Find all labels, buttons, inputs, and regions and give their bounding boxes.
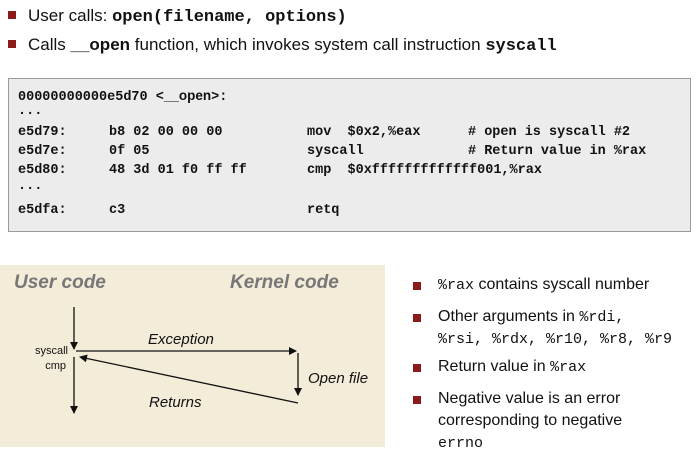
- open-function-name: __open: [70, 35, 131, 54]
- registers-code: %rsi, %rdx, %r10, %r8, %r9: [438, 331, 673, 348]
- errno-code: errno: [438, 435, 484, 452]
- calls-description: function, which invokes system call inst…: [130, 35, 486, 54]
- row-bytes: c3: [109, 203, 126, 218]
- open-file-label: Open file: [308, 370, 369, 387]
- syscall-diagram: User code Kernel code Exception Returns …: [0, 265, 385, 447]
- row-bytes: b8 02 00 00 00: [109, 125, 223, 140]
- return-rax-code: %rax: [550, 359, 587, 376]
- bullet-calls-open: Calls __open function, which invokes sys…: [8, 35, 557, 57]
- row-bytes: 0f 05: [109, 144, 150, 159]
- other-args-text: Other arguments in: [438, 308, 580, 325]
- row-bytes: 48 3d 01 f0 ff ff: [109, 163, 247, 178]
- bullet-icon: [413, 396, 421, 404]
- negative-value-text: Negative value is an error: [438, 390, 621, 407]
- row-instr: syscall: [307, 144, 364, 159]
- syscall-code: syscall: [485, 37, 557, 56]
- row-comment: # open is syscall #2: [468, 125, 631, 140]
- syscall-label: syscall: [34, 345, 68, 357]
- return-value-text: Return value in: [438, 358, 551, 375]
- row-comment: # Return value in %rax: [468, 144, 647, 159]
- bullet-icon: [413, 314, 421, 322]
- header-symbol: __open: [163, 88, 212, 103]
- open-call-code: open(filename, options): [112, 8, 347, 27]
- header-end: >:: [211, 90, 228, 105]
- row-addr: e5dfa:: [18, 203, 67, 218]
- row-instr: cmp $0xfffffffffffff001,%rax: [307, 163, 542, 178]
- row-instr: mov $0x2,%eax: [307, 125, 421, 140]
- bullet-icon: [413, 282, 421, 290]
- cmp-label: cmp: [45, 360, 66, 372]
- user-calls-label: User calls:: [28, 6, 113, 25]
- calls-label: Calls: [28, 35, 71, 54]
- negative-value-text-2: corresponding to negative: [438, 412, 623, 429]
- row-addr: e5d7e:: [18, 144, 67, 159]
- bullet-user-calls: User calls: open(filename, options): [8, 6, 347, 28]
- rax-text: contains syscall number: [474, 276, 650, 293]
- bullet-icon: [413, 364, 421, 372]
- ellipsis-top: ...: [18, 104, 43, 119]
- exception-label: Exception: [148, 331, 214, 348]
- bullet-icon: [8, 11, 16, 19]
- row-instr: retq: [307, 203, 340, 218]
- function-header: 00000000000e5d70 <__open>:: [18, 88, 227, 106]
- ellipsis-bottom: ...: [18, 179, 43, 194]
- header-address: 00000000000e5d70 <: [18, 90, 164, 105]
- disassembly-box: 00000000000e5d70 <__open>: ... e5d79: b8…: [8, 78, 691, 232]
- returns-label: Returns: [149, 394, 202, 411]
- bullet-icon: [8, 40, 16, 48]
- row-addr: e5d80:: [18, 163, 67, 178]
- row-addr: e5d79:: [18, 125, 67, 140]
- rdi-code: %rdi,: [579, 309, 625, 326]
- rax-code: %rax: [438, 277, 475, 294]
